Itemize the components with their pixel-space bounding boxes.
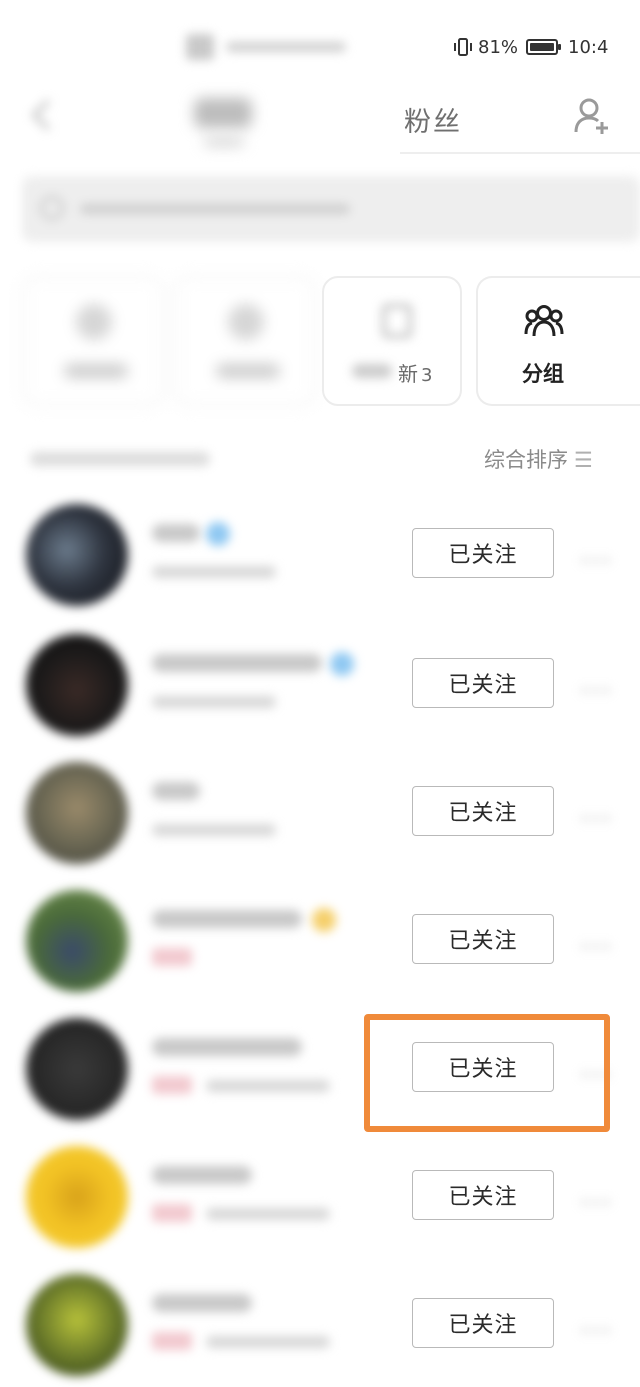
gift-icon [382, 304, 412, 338]
search-icon [40, 196, 64, 220]
status-bar: 81% 10:4 [0, 24, 640, 68]
user-name [152, 1294, 252, 1312]
quick-card-1[interactable] [22, 276, 164, 406]
list-item[interactable]: 已关注 [0, 758, 640, 886]
avatar[interactable] [26, 1018, 128, 1120]
user-tag [152, 948, 192, 966]
user-subtitle [206, 1080, 330, 1092]
quick-card-2[interactable] [174, 276, 316, 406]
follow-button[interactable]: 已关注 [412, 786, 554, 836]
battery-percent: 81% [478, 36, 519, 58]
user-name [152, 782, 200, 800]
battery-icon [526, 39, 562, 55]
avatar[interactable] [26, 762, 128, 864]
follow-button[interactable]: 已关注 [412, 528, 554, 578]
follow-button[interactable]: 已关注 [412, 914, 554, 964]
user-tag [152, 1076, 192, 1094]
status-indicators: 81% 10:4 [452, 34, 608, 60]
add-user-icon[interactable] [572, 96, 612, 136]
list-item[interactable]: 已关注 [0, 886, 640, 1014]
quick-card-new[interactable]: 新3 [322, 276, 462, 406]
nav-divider [400, 152, 640, 154]
tab-following[interactable] [194, 98, 252, 128]
more-icon[interactable] [582, 548, 622, 563]
search-placeholder [80, 204, 350, 214]
user-subtitle [152, 566, 276, 578]
group-icon [524, 305, 564, 337]
quick-card-group[interactable]: 分组 [476, 276, 640, 406]
avatar[interactable] [26, 1274, 128, 1376]
user-name [152, 1038, 302, 1056]
follow-count [30, 452, 210, 466]
user-tag [152, 1332, 192, 1350]
user-subtitle [152, 824, 276, 836]
notification-icons [186, 34, 346, 60]
sort-label: 综合排序 [484, 448, 568, 472]
more-icon[interactable] [582, 934, 622, 949]
avatar[interactable] [26, 890, 128, 992]
more-icon[interactable] [582, 678, 622, 693]
follow-button[interactable]: 已关注 [412, 1298, 554, 1348]
quick-cards: 新3 分组 [0, 276, 640, 408]
clock: 10:4 [568, 36, 609, 58]
tab-following-indicator [204, 138, 244, 146]
list-header: 综合排序 ☰ [0, 440, 640, 480]
quick-card-new-label: 新3 [398, 362, 433, 386]
user-subtitle [206, 1208, 330, 1220]
user-tag [152, 1204, 192, 1222]
list-item[interactable]: 已关注 [0, 500, 640, 628]
list-item[interactable]: 已关注 [0, 1270, 640, 1387]
list-item[interactable]: 已关注 [0, 1142, 640, 1270]
user-name [152, 910, 302, 928]
follow-button[interactable]: 已关注 [412, 1170, 554, 1220]
more-icon[interactable] [582, 1318, 622, 1333]
user-subtitle [206, 1336, 330, 1348]
sort-icon: ☰ [574, 448, 593, 472]
avatar[interactable] [26, 504, 128, 606]
more-icon[interactable] [582, 1190, 622, 1205]
vibrate-icon [454, 38, 472, 56]
avatar[interactable] [26, 634, 128, 736]
top-nav: 粉丝 [0, 86, 640, 156]
list-item[interactable]: 已关注 [0, 630, 640, 758]
avatar[interactable] [26, 1146, 128, 1248]
verified-badge-icon [206, 522, 230, 546]
tab-fans[interactable]: 粉丝 [404, 100, 462, 139]
user-name [152, 524, 200, 542]
search-bar[interactable] [22, 176, 640, 242]
sort-button[interactable]: 综合排序 ☰ [484, 444, 593, 474]
highlight-box [364, 1014, 610, 1132]
back-arrow-icon[interactable] [30, 102, 54, 130]
verified-badge-icon [330, 652, 354, 676]
user-subtitle [152, 696, 276, 708]
user-name [152, 1166, 252, 1184]
follow-button[interactable]: 已关注 [412, 658, 554, 708]
user-name [152, 654, 322, 672]
more-icon[interactable] [582, 806, 622, 821]
vip-badge-icon [312, 908, 336, 932]
quick-card-group-label: 分组 [522, 362, 564, 386]
quick-card-new-count: 3 [421, 365, 433, 386]
